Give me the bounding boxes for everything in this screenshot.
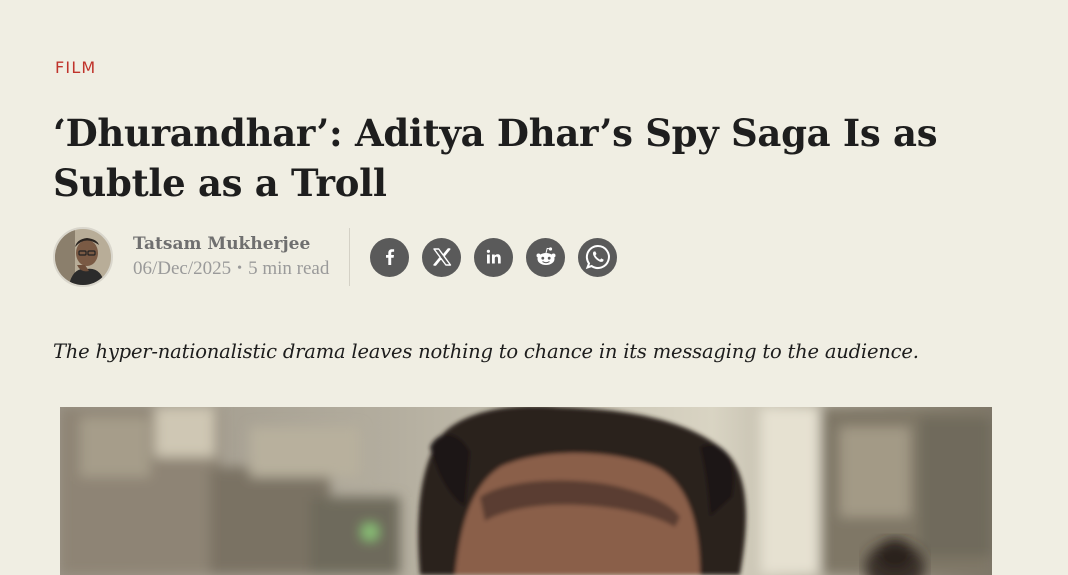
byline: Tatsam Mukherjee 06/Dec/2025 • 5 min read (53, 225, 618, 289)
facebook-icon (385, 249, 394, 265)
share-bar (370, 237, 618, 277)
x-twitter-icon (433, 248, 452, 266)
share-linkedin-button[interactable] (474, 237, 514, 277)
hero-image (60, 407, 992, 575)
article-dek: The hyper-nationalistic drama leaves not… (53, 340, 919, 363)
reddit-icon (536, 247, 556, 265)
linkedin-icon (486, 249, 501, 264)
publish-date: 06/Dec/2025 (133, 258, 232, 279)
meta-separator: • (237, 261, 243, 276)
share-reddit-button[interactable] (526, 237, 566, 277)
author-avatar[interactable] (53, 227, 113, 287)
read-time: 5 min read (248, 258, 330, 279)
article-meta: 06/Dec/2025 • 5 min read (133, 256, 329, 282)
author-name[interactable]: Tatsam Mukherjee (133, 232, 329, 256)
share-whatsapp-button[interactable] (578, 237, 618, 277)
category-label[interactable]: FILM (55, 58, 96, 77)
share-x-button[interactable] (422, 237, 462, 277)
share-facebook-button[interactable] (370, 237, 410, 277)
author-info: Tatsam Mukherjee 06/Dec/2025 • 5 min read (133, 228, 351, 286)
hero-photo (60, 407, 992, 575)
author-photo (55, 229, 111, 285)
whatsapp-icon (585, 244, 610, 270)
article-title: ‘Dhurandhar’: Aditya Dhar’s Spy Saga Is … (53, 111, 938, 205)
